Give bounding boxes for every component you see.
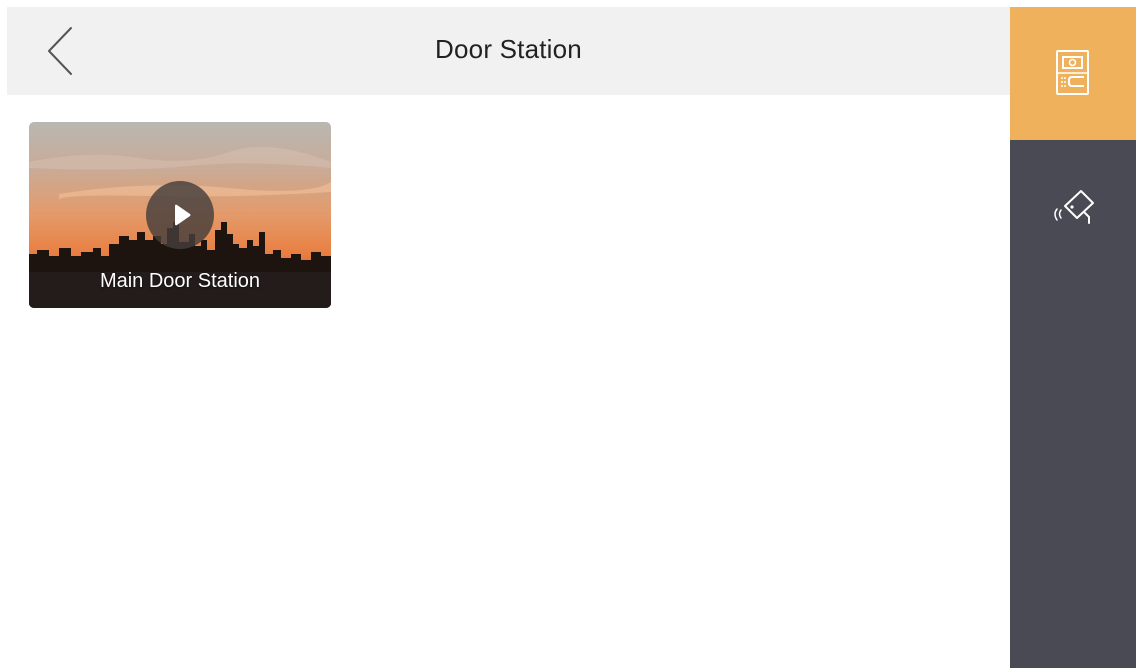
back-button[interactable] [35,25,87,77]
sidebar-item-camera[interactable] [1010,140,1136,273]
play-button[interactable] [146,181,214,249]
header-bar: Door Station [7,7,1010,95]
door-station-tile[interactable]: Main Door Station [29,122,331,308]
door-station-icon [1056,50,1089,95]
page-title: Door Station [435,34,582,64]
camera-icon [1054,190,1094,224]
main-content: Door Station Main Door Station [7,7,1010,668]
sidebar-item-door-station[interactable] [1010,7,1136,140]
chevron-left-icon [48,27,72,75]
sidebar [1010,7,1136,668]
play-icon [175,204,191,226]
tile-label: Main Door Station [99,270,261,292]
